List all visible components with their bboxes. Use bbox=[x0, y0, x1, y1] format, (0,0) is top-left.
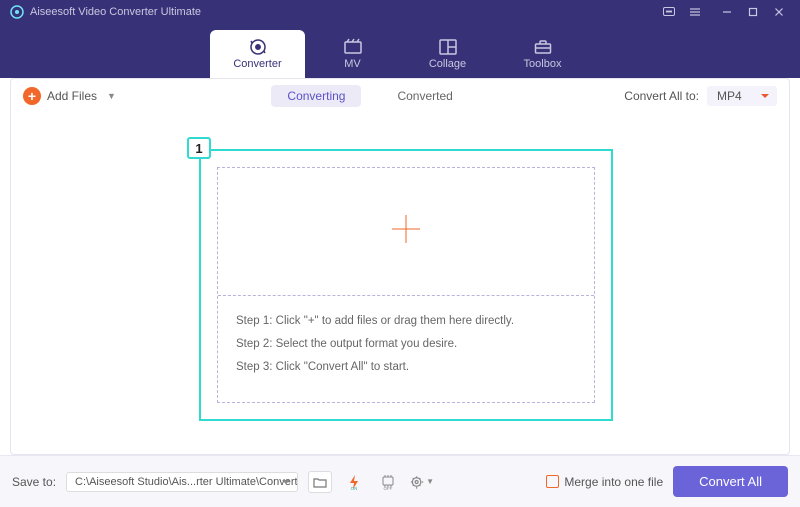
add-files-label: Add Files bbox=[47, 89, 97, 103]
svg-text:OFF: OFF bbox=[384, 486, 393, 490]
save-path-select[interactable]: C:\Aiseesoft Studio\Ais...rter Ultimate\… bbox=[66, 472, 298, 492]
svg-text:ON: ON bbox=[351, 486, 358, 490]
save-to-label: Save to: bbox=[12, 475, 56, 489]
checkbox-icon bbox=[546, 475, 559, 488]
add-files-button[interactable]: + Add Files ▼ bbox=[23, 87, 116, 105]
output-format-select[interactable]: MP4 bbox=[707, 86, 777, 106]
big-plus-icon bbox=[388, 211, 424, 253]
tab-label: Toolbox bbox=[524, 58, 562, 70]
app-title: Aiseesoft Video Converter Ultimate bbox=[30, 6, 201, 18]
toolbar: + Add Files ▼ Converting Converted Conve… bbox=[11, 79, 789, 113]
tab-toolbox[interactable]: Toolbox bbox=[495, 30, 590, 78]
merge-checkbox[interactable]: Merge into one file bbox=[546, 475, 663, 489]
menu-icon[interactable] bbox=[684, 1, 706, 23]
converter-icon bbox=[248, 38, 268, 56]
convert-all-button[interactable]: Convert All bbox=[673, 466, 788, 497]
settings-button[interactable]: ▼ bbox=[410, 471, 434, 493]
feedback-icon[interactable] bbox=[658, 1, 680, 23]
content-frame: + Add Files ▼ Converting Converted Conve… bbox=[10, 78, 790, 455]
step-2: Step 2: Select the output format you des… bbox=[236, 333, 576, 356]
minimize-icon[interactable] bbox=[716, 1, 738, 23]
hw-accel-off-button[interactable]: OFF bbox=[376, 471, 400, 493]
tab-label: Collage bbox=[429, 58, 466, 70]
drop-zone[interactable]: 1 Step 1: Click "+" to add files or drag… bbox=[199, 149, 613, 421]
mv-icon bbox=[343, 38, 363, 56]
step-3: Step 3: Click "Convert All" to start. bbox=[236, 356, 576, 379]
convert-all-to-label: Convert All to: bbox=[624, 89, 699, 103]
bottom-bar: Save to: C:\Aiseesoft Studio\Ais...rter … bbox=[0, 455, 800, 507]
tab-collage[interactable]: Collage bbox=[400, 30, 495, 78]
drop-area[interactable] bbox=[218, 168, 594, 296]
tab-converter[interactable]: Converter bbox=[210, 30, 305, 78]
titlebar: Aiseesoft Video Converter Ultimate bbox=[0, 0, 800, 24]
tab-label: MV bbox=[344, 58, 361, 70]
tab-mv[interactable]: MV bbox=[305, 30, 400, 78]
merge-label: Merge into one file bbox=[564, 475, 663, 489]
drop-inner: Step 1: Click "+" to add files or drag t… bbox=[217, 167, 595, 403]
steps-text: Step 1: Click "+" to add files or drag t… bbox=[218, 296, 594, 393]
hw-accel-on-button[interactable]: ON bbox=[342, 471, 366, 493]
tab-label: Converter bbox=[233, 58, 281, 70]
close-icon[interactable] bbox=[768, 1, 790, 23]
chevron-down-icon: ▼ bbox=[107, 91, 116, 101]
toolbox-icon bbox=[533, 38, 553, 56]
collage-icon bbox=[438, 38, 458, 56]
tab-converted[interactable]: Converted bbox=[381, 85, 468, 107]
open-folder-button[interactable] bbox=[308, 471, 332, 493]
tab-converting[interactable]: Converting bbox=[271, 85, 361, 107]
callout-badge: 1 bbox=[187, 137, 211, 159]
app-logo-icon bbox=[10, 5, 24, 19]
tab-strip: Converter MV Collage Toolbox bbox=[0, 24, 800, 78]
plus-icon: + bbox=[23, 87, 41, 105]
step-1: Step 1: Click "+" to add files or drag t… bbox=[236, 310, 576, 333]
maximize-icon[interactable] bbox=[742, 1, 764, 23]
